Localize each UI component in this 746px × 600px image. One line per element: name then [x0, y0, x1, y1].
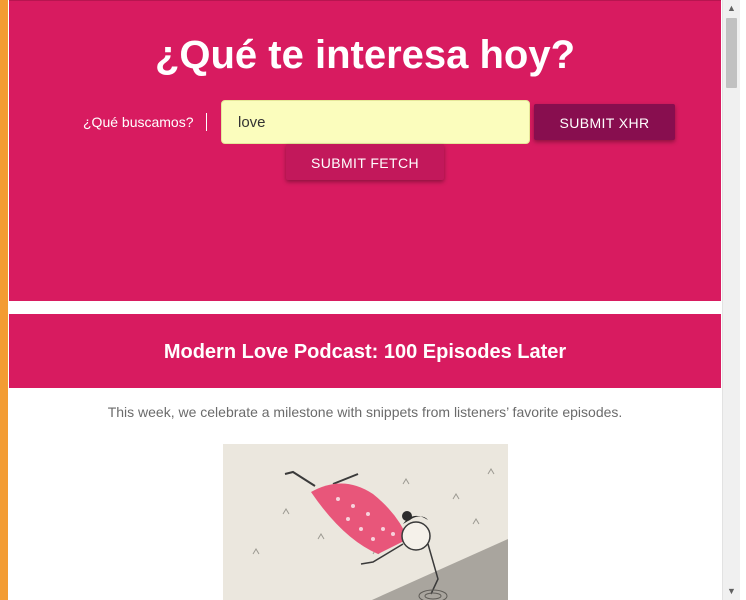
article-card-header: Modern Love Podcast: 100 Episodes Later: [9, 314, 721, 388]
illustration-woman-floating: [223, 444, 508, 600]
search-hero: ¿Qué te interesa hoy? ¿Qué buscamos? SUB…: [9, 0, 721, 301]
browser-window: ¿Qué te interesa hoy? ¿Qué buscamos? SUB…: [0, 0, 746, 600]
page-viewport: ¿Qué te interesa hoy? ¿Qué buscamos? SUB…: [9, 0, 722, 600]
article-title[interactable]: Modern Love Podcast: 100 Episodes Later: [9, 340, 721, 364]
search-label: ¿Qué buscamos?: [83, 113, 207, 131]
page-title: ¿Qué te interesa hoy?: [154, 33, 576, 77]
vertical-scrollbar[interactable]: ▲ ▼: [722, 0, 740, 600]
article-description: This week, we celebrate a milestone with…: [107, 404, 623, 420]
scroll-down-arrow-icon[interactable]: ▼: [723, 583, 740, 600]
search-input[interactable]: [221, 100, 530, 144]
submit-xhr-button[interactable]: SUBMIT XHR: [534, 104, 675, 140]
scroll-up-arrow-icon[interactable]: ▲: [723, 0, 740, 17]
article-illustration[interactable]: [223, 444, 508, 600]
submit-fetch-button[interactable]: SUBMIT FETCH: [286, 144, 444, 180]
scrollbar-thumb[interactable]: [726, 18, 737, 88]
